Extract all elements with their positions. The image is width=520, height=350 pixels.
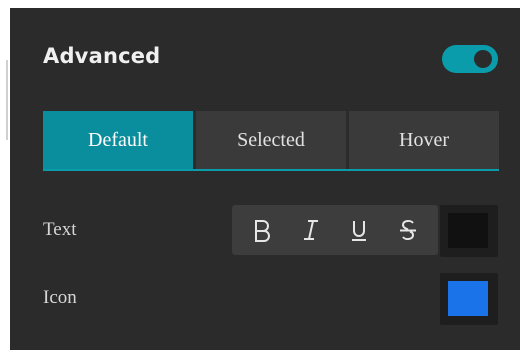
strikethrough-icon (398, 218, 418, 242)
section-title: Advanced (43, 44, 161, 68)
text-format-group (232, 205, 438, 255)
advanced-toggle[interactable] (442, 45, 498, 73)
strikethrough-button[interactable] (388, 210, 428, 250)
tab-hover[interactable]: Hover (349, 111, 499, 169)
underline-icon (349, 218, 369, 242)
bold-icon (252, 218, 272, 242)
text-row-label: Text (43, 219, 77, 240)
tab-selected[interactable]: Selected (196, 111, 346, 169)
text-color-swatch (448, 213, 488, 248)
text-color-picker[interactable] (440, 205, 498, 257)
state-tabs: Default Selected Hover (43, 111, 499, 171)
italic-icon (301, 218, 321, 242)
toggle-knob (474, 50, 492, 68)
tab-selected-label: Selected (237, 128, 305, 151)
tab-default[interactable]: Default (43, 111, 193, 169)
italic-button[interactable] (291, 210, 331, 250)
tab-hover-label: Hover (399, 128, 449, 151)
tabs-underline (43, 169, 499, 171)
icon-color-swatch (448, 281, 488, 316)
left-edge (0, 0, 10, 350)
icon-row-label: Icon (43, 287, 77, 308)
underline-button[interactable] (339, 210, 379, 250)
edge-divider (6, 60, 8, 140)
icon-color-picker[interactable] (440, 273, 498, 325)
bold-button[interactable] (242, 210, 282, 250)
tab-default-label: Default (88, 128, 148, 151)
